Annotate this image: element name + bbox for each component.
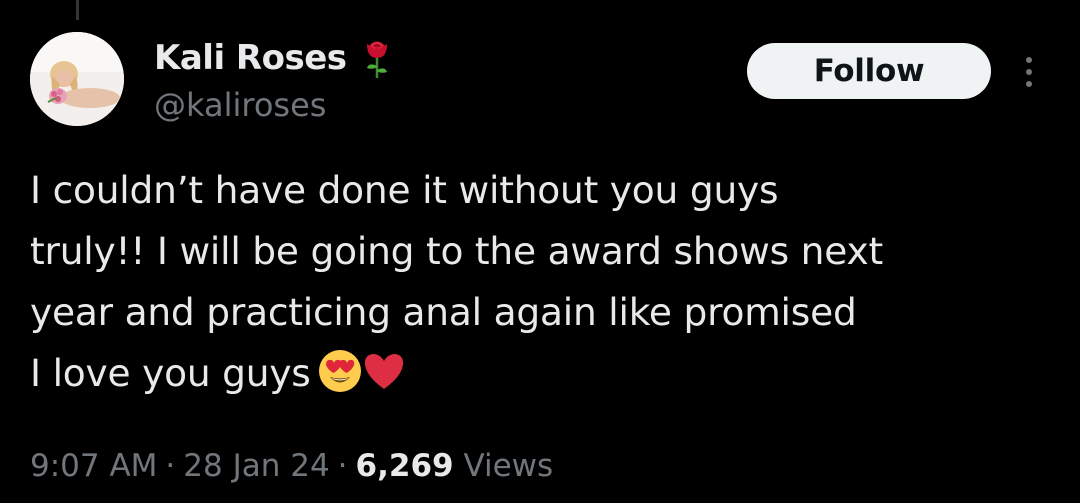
views-label[interactable]: Views: [463, 448, 553, 484]
tweet-text-line: I love you guys: [30, 351, 311, 395]
follow-button[interactable]: Follow: [747, 43, 991, 99]
user-handle[interactable]: @kaliroses: [154, 86, 326, 124]
tweet-time[interactable]: 9:07 AM: [30, 448, 157, 484]
heart-eyes-emoji-icon: [317, 348, 363, 394]
thread-connector-line: [76, 0, 79, 20]
avatar[interactable]: [30, 32, 124, 126]
tweet-text: I couldn’t have done it without you guys…: [30, 160, 1060, 404]
tweet-text-last-line: I love you guys: [30, 343, 1060, 404]
tweet-text-line: truly!! I will be going to the award sho…: [30, 229, 883, 273]
meta-separator: ·: [337, 448, 348, 484]
more-options-icon[interactable]: [1017, 50, 1041, 94]
tweet-text-line: year and practicing anal again like prom…: [30, 290, 857, 334]
tweet-date[interactable]: 28 Jan 24: [183, 448, 329, 484]
rose-emoji-icon: [361, 36, 393, 80]
red-heart-emoji-icon: [361, 348, 407, 394]
meta-separator: ·: [165, 448, 176, 484]
tweet-meta: 9:07 AM · 28 Jan 24 · 6,269 Views: [30, 448, 553, 484]
views-count[interactable]: 6,269: [356, 448, 454, 484]
display-name[interactable]: Kali Roses: [154, 38, 347, 78]
tweet-text-line: I couldn’t have done it without you guys: [30, 168, 779, 212]
